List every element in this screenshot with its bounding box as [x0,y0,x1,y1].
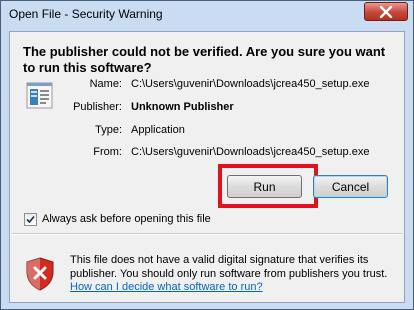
run-button[interactable]: Run [227,175,302,198]
detail-value: C:\Users\guvenir\Downloads\jcrea450_setu… [131,78,370,90]
security-shield-icon [26,257,54,291]
window-title: Open File - Security Warning [9,7,163,21]
headline: The publisher could not be verified. Are… [23,44,386,75]
dialog-content: The publisher could not be verified. Are… [9,31,405,303]
title-bar[interactable]: Open File - Security Warning [1,1,413,28]
always-ask-option[interactable]: Always ask before opening this file [24,212,211,226]
detail-label: Name: [89,78,122,90]
always-ask-checkbox[interactable] [24,212,37,226]
detail-value: Unknown Publisher [131,101,234,113]
help-link[interactable]: How can I decide what software to run? [70,281,263,293]
security-warning-dialog: Open File - Security Warning The publish… [0,0,414,310]
close-button[interactable] [364,2,408,21]
warning-message: This file does not have a valid digital … [70,254,388,280]
detail-label: From: [93,146,122,158]
cancel-button[interactable]: Cancel [313,175,388,198]
close-icon [379,5,393,18]
always-ask-label[interactable]: Always ask before opening this file [42,213,211,225]
detail-label: Publisher: [73,101,122,113]
checkmark-icon [26,215,35,223]
detail-label: Type: [95,124,122,136]
detail-value: C:\Users\guvenir\Downloads\jcrea450_setu… [131,146,370,158]
warning-footer: This file does not have a valid digital … [10,235,404,302]
detail-value: Application [131,124,185,136]
